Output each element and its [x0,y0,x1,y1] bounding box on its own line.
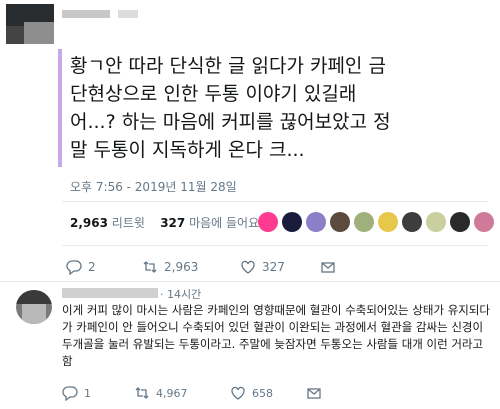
liker-avatar[interactable] [282,212,302,232]
retweet-label[interactable]: 리트윗 [112,216,145,230]
retweet-icon [143,261,157,273]
tweet-text: 황ㄱ안 따라 단식한 글 읽다가 카페인 금 단현상으로 인한 두통 이야기 있… [70,55,391,161]
reply-icon [66,260,82,275]
like-button[interactable]: 327 [240,259,320,275]
reply-time[interactable]: · 14시간 [160,286,201,302]
retweet-button[interactable]: 2,963 [142,259,240,275]
author-name-redacted[interactable] [62,10,110,18]
retweet-count[interactable]: 2,963 [70,216,108,230]
reply-message-button[interactable] [306,385,322,401]
reply-like-count: 658 [252,386,273,400]
liker-avatar[interactable] [330,212,350,232]
avatar[interactable] [6,4,54,44]
tweet-stats: 2,963 리트윗 327 마음에 들어요 [70,214,259,231]
tweet-timestamp[interactable]: 오후 7:56 - 2019년 11월 28일 [70,178,237,195]
reply-actions: 1 4,967 658 [62,385,322,401]
liker-avatar[interactable] [378,212,398,232]
retweet-icon [135,387,149,399]
reply-retweet-count: 4,967 [156,386,188,400]
reply-like-button[interactable]: 658 [230,385,306,401]
divider [62,201,488,202]
quote-accent-bar [58,49,62,167]
liker-avatar[interactable] [450,212,470,232]
liker-avatar[interactable] [474,212,494,232]
like-label[interactable]: 마음에 들어요 [189,216,259,230]
heart-icon [231,386,245,400]
reply-reply-count: 1 [84,386,91,400]
liker-avatar[interactable] [354,212,374,232]
reply-reply-button[interactable]: 1 [62,385,134,401]
message-button[interactable] [320,259,336,275]
like-count[interactable]: 327 [160,216,185,230]
heart-icon [241,260,255,274]
divider [62,245,488,246]
tweet-actions: 2 2,963 327 [66,259,336,275]
author-handle-redacted [118,10,138,18]
liker-avatar[interactable] [402,212,422,232]
envelope-icon [307,388,321,399]
envelope-icon [321,262,335,273]
reply-retweet-button[interactable]: 4,967 [134,385,230,401]
like-action-count: 327 [262,260,285,274]
retweet-action-count: 2,963 [164,260,199,274]
liker-avatar[interactable] [306,212,326,232]
reply-count: 2 [88,260,96,274]
divider [0,281,500,282]
reply-text: 이게 커피 많이 마시는 사람은 카페인의 영향때문에 혈관이 수축되어있는 상… [62,303,491,368]
liker-avatars [258,212,494,234]
reply-avatar[interactable] [16,290,52,324]
liker-avatar[interactable] [426,212,446,232]
reply-icon [62,386,78,401]
reply-button[interactable]: 2 [66,259,142,275]
liker-avatar[interactable] [258,212,278,232]
reply-author-redacted[interactable] [62,288,158,298]
